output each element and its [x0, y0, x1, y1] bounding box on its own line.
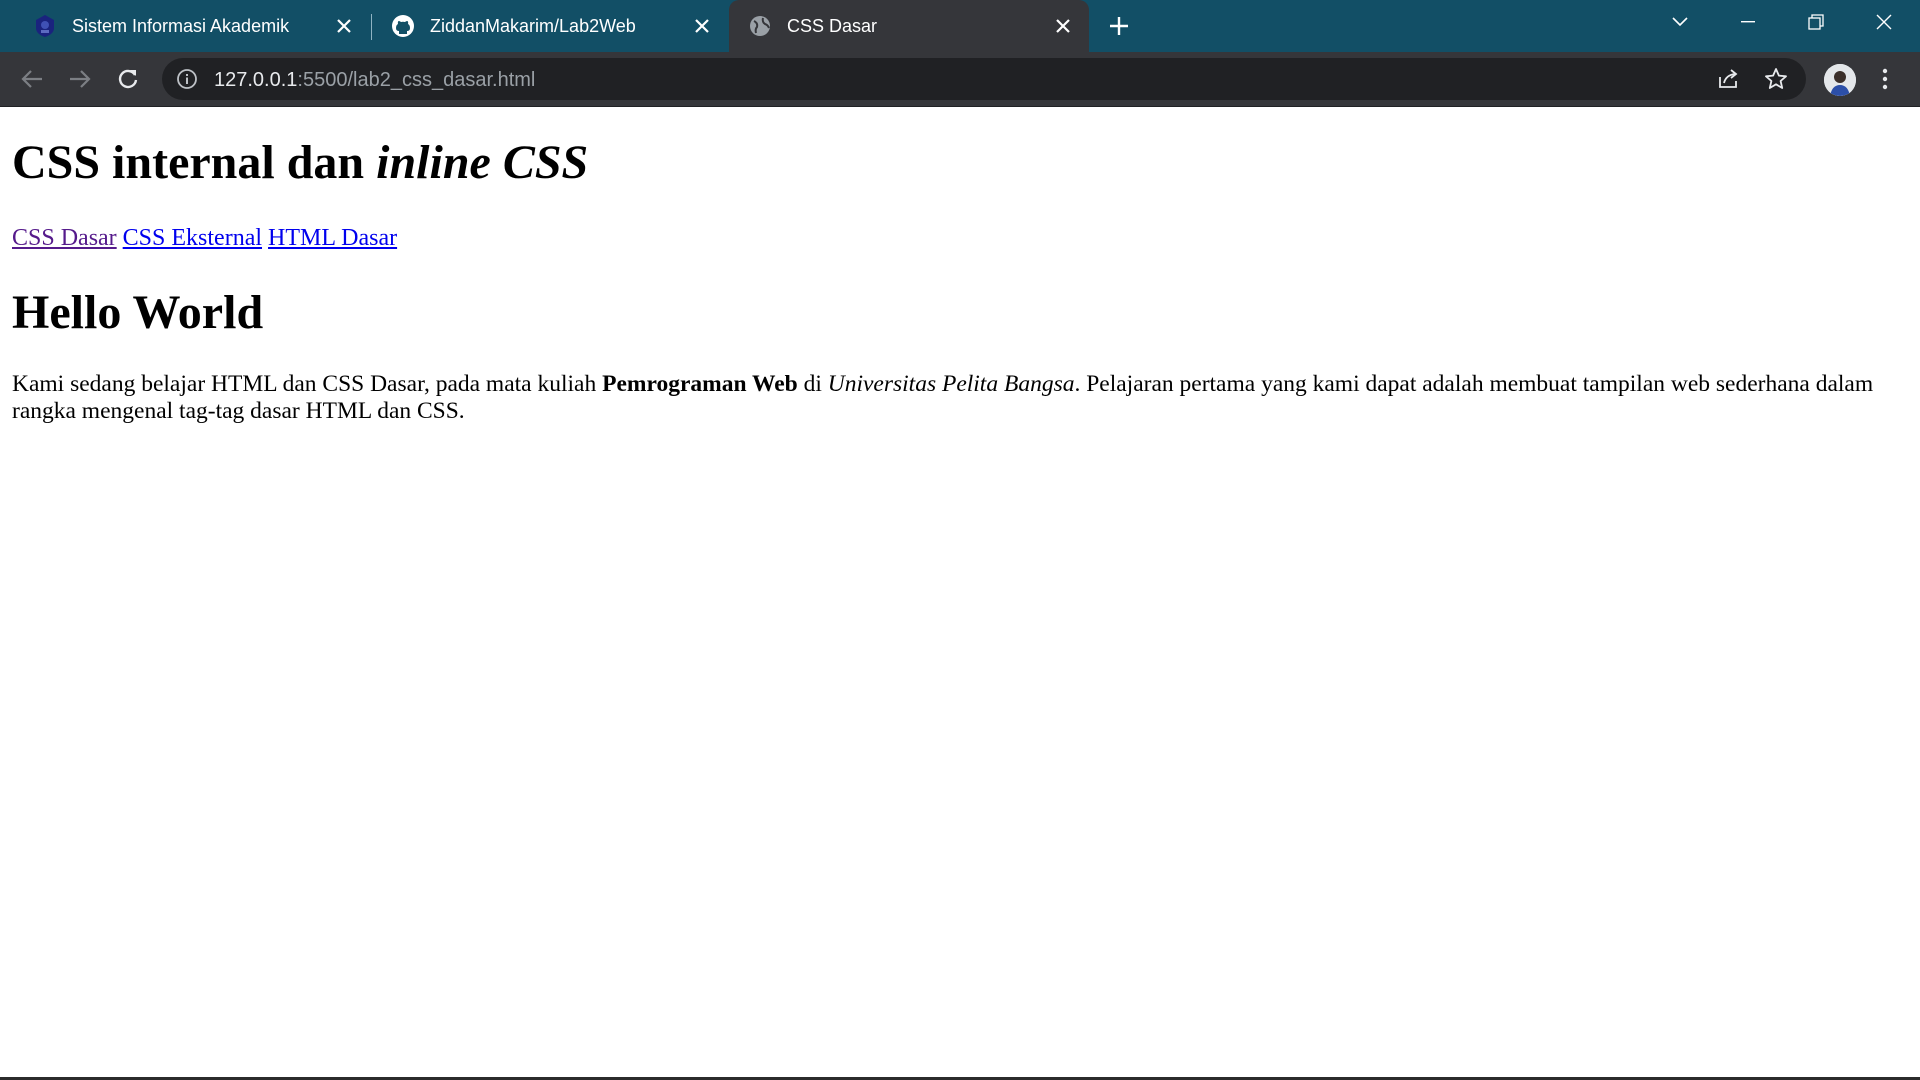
- nav-links: CSS Dasar CSS Eksternal HTML Dasar: [12, 225, 403, 252]
- plus-icon: [1109, 16, 1129, 36]
- link-css-dasar[interactable]: CSS Dasar: [12, 225, 117, 251]
- university-logo-icon: [32, 13, 58, 39]
- back-button[interactable]: [16, 63, 48, 95]
- browser-toolbar: 127.0.0.1:5500/lab2_css_dasar.html: [0, 52, 1920, 107]
- globe-icon: [747, 13, 773, 39]
- paragraph-text: di: [797, 371, 828, 397]
- web-page-content: CSS internal dan inline CSS CSS Dasar CSS…: [0, 107, 1920, 1077]
- paragraph-bold-text: Pemrograman Web: [602, 371, 798, 397]
- close-icon[interactable]: [690, 14, 714, 38]
- tab-sistem-informasi-akademik[interactable]: Sistem Informasi Akademik: [14, 0, 370, 52]
- close-icon[interactable]: [1051, 14, 1075, 38]
- arrow-left-icon: [21, 69, 43, 89]
- restore-button[interactable]: [1788, 0, 1844, 44]
- tab-css-dasar[interactable]: CSS Dasar: [729, 0, 1089, 52]
- tab-title: CSS Dasar: [787, 15, 878, 36]
- hello-heading: Hello World: [12, 286, 264, 339]
- info-icon[interactable]: [176, 68, 198, 90]
- paragraph-text: Kami sedang belajar HTML dan CSS Dasar, …: [12, 371, 603, 397]
- share-icon[interactable]: [1716, 67, 1740, 91]
- minimize-button[interactable]: [1720, 0, 1776, 44]
- intro-paragraph: Kami sedang belajar HTML dan CSS Dasar, …: [12, 371, 1892, 425]
- link-html-dasar[interactable]: HTML Dasar: [268, 225, 397, 251]
- link-css-eksternal[interactable]: CSS Eksternal: [123, 225, 262, 251]
- minimize-icon: [1741, 21, 1755, 23]
- url-host: 127.0.0.1: [214, 69, 298, 91]
- github-icon: [390, 13, 416, 39]
- paragraph-italic-text: Universitas Pelita Bangsa: [827, 371, 1075, 397]
- url-path: :5500/lab2_css_dasar.html: [297, 69, 536, 91]
- tab-search-button[interactable]: [1652, 0, 1708, 44]
- chevron-down-icon: [1672, 17, 1688, 27]
- profile-photo-icon: [1824, 64, 1856, 96]
- restore-icon: [1808, 14, 1824, 30]
- more-vertical-icon: [1872, 66, 1898, 92]
- url-text[interactable]: 127.0.0.1:5500/lab2_css_dasar.html: [214, 69, 535, 92]
- tab-github-lab2web[interactable]: ZiddanMakarim/Lab2Web: [372, 0, 728, 52]
- reload-button[interactable]: [112, 63, 144, 95]
- arrow-right-icon: [69, 69, 91, 89]
- close-icon[interactable]: [332, 14, 356, 38]
- profile-avatar[interactable]: [1824, 64, 1856, 96]
- new-tab-button[interactable]: [1105, 12, 1133, 40]
- page-heading: CSS internal dan inline CSS: [12, 135, 588, 190]
- forward-button[interactable]: [64, 63, 96, 95]
- address-bar[interactable]: 127.0.0.1:5500/lab2_css_dasar.html: [162, 58, 1806, 100]
- tab-title: Sistem Informasi Akademik: [72, 15, 290, 36]
- browser-menu-button[interactable]: [1872, 66, 1898, 92]
- heading-text: CSS internal dan: [12, 136, 377, 189]
- close-icon: [1876, 14, 1892, 30]
- reload-icon: [117, 68, 139, 90]
- heading-italic-text: inline CSS: [376, 136, 589, 189]
- close-window-button[interactable]: [1856, 0, 1912, 44]
- bookmark-star-icon[interactable]: [1764, 67, 1788, 91]
- tab-strip: Sistem Informasi Akademik ZiddanMakarim/…: [0, 0, 1920, 52]
- tab-title: ZiddanMakarim/Lab2Web: [430, 15, 636, 36]
